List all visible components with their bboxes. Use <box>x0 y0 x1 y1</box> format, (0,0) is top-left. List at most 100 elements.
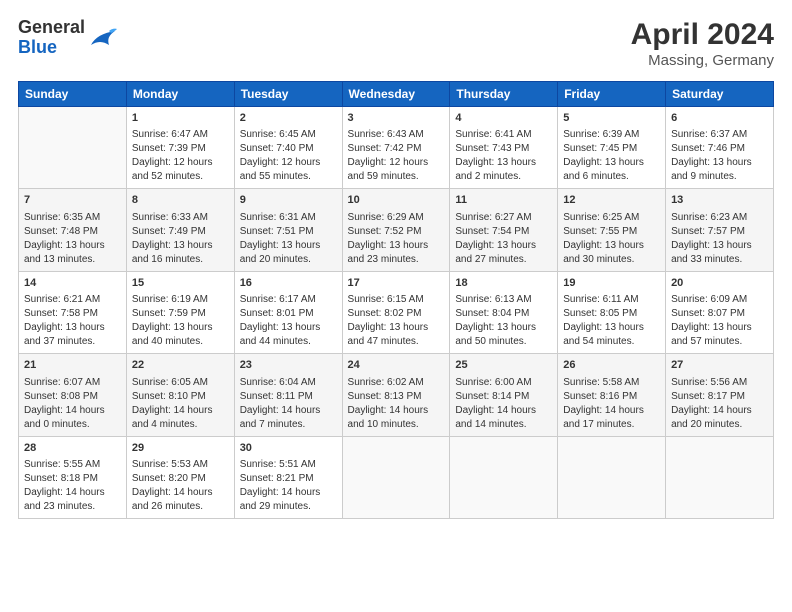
day-info: Daylight: 14 hours <box>24 486 121 500</box>
calendar-cell <box>450 436 558 518</box>
calendar-cell: 8Sunrise: 6:33 AMSunset: 7:49 PMDaylight… <box>126 189 234 271</box>
day-info: Sunrise: 6:17 AM <box>240 293 337 307</box>
day-info: Sunrise: 6:47 AM <box>132 128 229 142</box>
day-info: Daylight: 14 hours <box>563 404 660 418</box>
day-info: Sunrise: 6:35 AM <box>24 211 121 225</box>
day-info: Sunset: 8:16 PM <box>563 390 660 404</box>
day-number: 26 <box>563 358 660 373</box>
week-row-5: 28Sunrise: 5:55 AMSunset: 8:18 PMDayligh… <box>19 436 774 518</box>
day-info: and 54 minutes. <box>563 335 660 349</box>
calendar-cell: 25Sunrise: 6:00 AMSunset: 8:14 PMDayligh… <box>450 354 558 436</box>
day-info: Sunset: 8:18 PM <box>24 472 121 486</box>
day-number: 24 <box>348 358 445 373</box>
header-day-monday: Monday <box>126 82 234 107</box>
day-info: and 17 minutes. <box>563 418 660 432</box>
day-info: Sunrise: 5:55 AM <box>24 458 121 472</box>
day-info: and 40 minutes. <box>132 335 229 349</box>
week-row-2: 7Sunrise: 6:35 AMSunset: 7:48 PMDaylight… <box>19 189 774 271</box>
calendar-cell: 6Sunrise: 6:37 AMSunset: 7:46 PMDaylight… <box>666 107 774 189</box>
day-info: Sunrise: 6:15 AM <box>348 293 445 307</box>
day-info: Sunset: 8:01 PM <box>240 307 337 321</box>
day-info: Sunset: 8:08 PM <box>24 390 121 404</box>
calendar-cell: 7 Sunrise: 6:35 AMSunset: 7:48 PMDaylight… <box>19 189 127 271</box>
day-number: 29 <box>132 441 229 456</box>
day-info: Daylight: 13 hours <box>671 239 768 253</box>
day-info: Sunset: 7:45 PM <box>563 142 660 156</box>
day-info: Daylight: 13 hours <box>24 239 121 253</box>
calendar-cell: 30Sunrise: 5:51 AMSunset: 8:21 PMDayligh… <box>234 436 342 518</box>
day-info: Daylight: 14 hours <box>132 404 229 418</box>
day-number: 1 <box>132 111 229 126</box>
day-info: Sunrise: 6:13 AM <box>455 293 552 307</box>
day-info: Sunset: 8:14 PM <box>455 390 552 404</box>
day-number: 22 <box>132 358 229 373</box>
day-info: and 10 minutes. <box>348 418 445 432</box>
day-info: Daylight: 13 hours <box>563 321 660 335</box>
day-info: Sunrise: 6:19 AM <box>132 293 229 307</box>
day-info: and 50 minutes. <box>455 335 552 349</box>
day-info: and 29 minutes. <box>240 500 337 514</box>
calendar-cell: 2Sunrise: 6:45 AMSunset: 7:40 PMDaylight… <box>234 107 342 189</box>
calendar-title: April 2024 <box>631 18 774 52</box>
calendar-cell <box>19 107 127 189</box>
day-info: Daylight: 13 hours <box>24 321 121 335</box>
day-info: Sunset: 8:13 PM <box>348 390 445 404</box>
header-day-wednesday: Wednesday <box>342 82 450 107</box>
day-info: Sunrise: 6:11 AM <box>563 293 660 307</box>
day-number: 7 <box>24 193 121 208</box>
day-info: Sunset: 8:07 PM <box>671 307 768 321</box>
day-info: Sunrise: 6:23 AM <box>671 211 768 225</box>
day-info: Sunset: 7:48 PM <box>24 225 121 239</box>
calendar-cell: 29Sunrise: 5:53 AMSunset: 8:20 PMDayligh… <box>126 436 234 518</box>
day-info: Daylight: 13 hours <box>132 321 229 335</box>
day-info: Sunset: 8:21 PM <box>240 472 337 486</box>
day-info: and 4 minutes. <box>132 418 229 432</box>
day-info: Sunset: 8:04 PM <box>455 307 552 321</box>
day-number: 4 <box>455 111 552 126</box>
day-info: Sunrise: 6:25 AM <box>563 211 660 225</box>
day-info: Daylight: 13 hours <box>240 239 337 253</box>
day-info: Daylight: 12 hours <box>348 156 445 170</box>
calendar-cell: 20 Sunrise: 6:09 AMSunset: 8:07 PMDayligh… <box>666 271 774 353</box>
day-info: Sunrise: 5:56 AM <box>671 376 768 390</box>
day-info: Sunset: 8:20 PM <box>132 472 229 486</box>
day-number: 11 <box>455 193 552 208</box>
day-number: 15 <box>132 276 229 291</box>
day-info: Sunrise: 6:41 AM <box>455 128 552 142</box>
calendar-cell: 16Sunrise: 6:17 AMSunset: 8:01 PMDayligh… <box>234 271 342 353</box>
day-info: Sunrise: 6:07 AM <box>24 376 121 390</box>
logo-general: General <box>18 17 85 37</box>
day-info: Sunrise: 6:09 AM <box>671 293 768 307</box>
calendar-cell: 17Sunrise: 6:15 AMSunset: 8:02 PMDayligh… <box>342 271 450 353</box>
day-info: Daylight: 14 hours <box>348 404 445 418</box>
day-info: and 55 minutes. <box>240 170 337 184</box>
calendar-cell: 10Sunrise: 6:29 AMSunset: 7:52 PMDayligh… <box>342 189 450 271</box>
day-info: Sunset: 7:43 PM <box>455 142 552 156</box>
title-block: April 2024 Massing, Germany <box>631 18 774 69</box>
day-number: 13 <box>671 193 768 208</box>
calendar-cell: 27Sunrise: 5:56 AMSunset: 8:17 PMDayligh… <box>666 354 774 436</box>
day-info: Sunset: 7:39 PM <box>132 142 229 156</box>
day-info: Daylight: 13 hours <box>671 321 768 335</box>
day-info: Daylight: 13 hours <box>455 239 552 253</box>
day-info: Daylight: 13 hours <box>455 321 552 335</box>
logo-text: General Blue <box>18 18 85 58</box>
calendar-cell <box>558 436 666 518</box>
day-number: 20 <box>671 276 768 291</box>
day-info: Sunrise: 6:02 AM <box>348 376 445 390</box>
day-info: and 52 minutes. <box>132 170 229 184</box>
day-info: and 6 minutes. <box>563 170 660 184</box>
day-info: Sunrise: 6:43 AM <box>348 128 445 142</box>
header-row: SundayMondayTuesdayWednesdayThursdayFrid… <box>19 82 774 107</box>
calendar-cell: 26Sunrise: 5:58 AMSunset: 8:16 PMDayligh… <box>558 354 666 436</box>
day-info: Sunrise: 6:33 AM <box>132 211 229 225</box>
day-info: Sunrise: 6:04 AM <box>240 376 337 390</box>
day-info: Daylight: 13 hours <box>348 239 445 253</box>
page: General Blue April 2024 Massing, Germany… <box>0 0 792 529</box>
day-info: and 47 minutes. <box>348 335 445 349</box>
day-number: 23 <box>240 358 337 373</box>
day-info: Sunset: 8:02 PM <box>348 307 445 321</box>
week-row-3: 14Sunrise: 6:21 AMSunset: 7:58 PMDayligh… <box>19 271 774 353</box>
calendar-cell: 9Sunrise: 6:31 AMSunset: 7:51 PMDaylight… <box>234 189 342 271</box>
calendar-cell: 3Sunrise: 6:43 AMSunset: 7:42 PMDaylight… <box>342 107 450 189</box>
